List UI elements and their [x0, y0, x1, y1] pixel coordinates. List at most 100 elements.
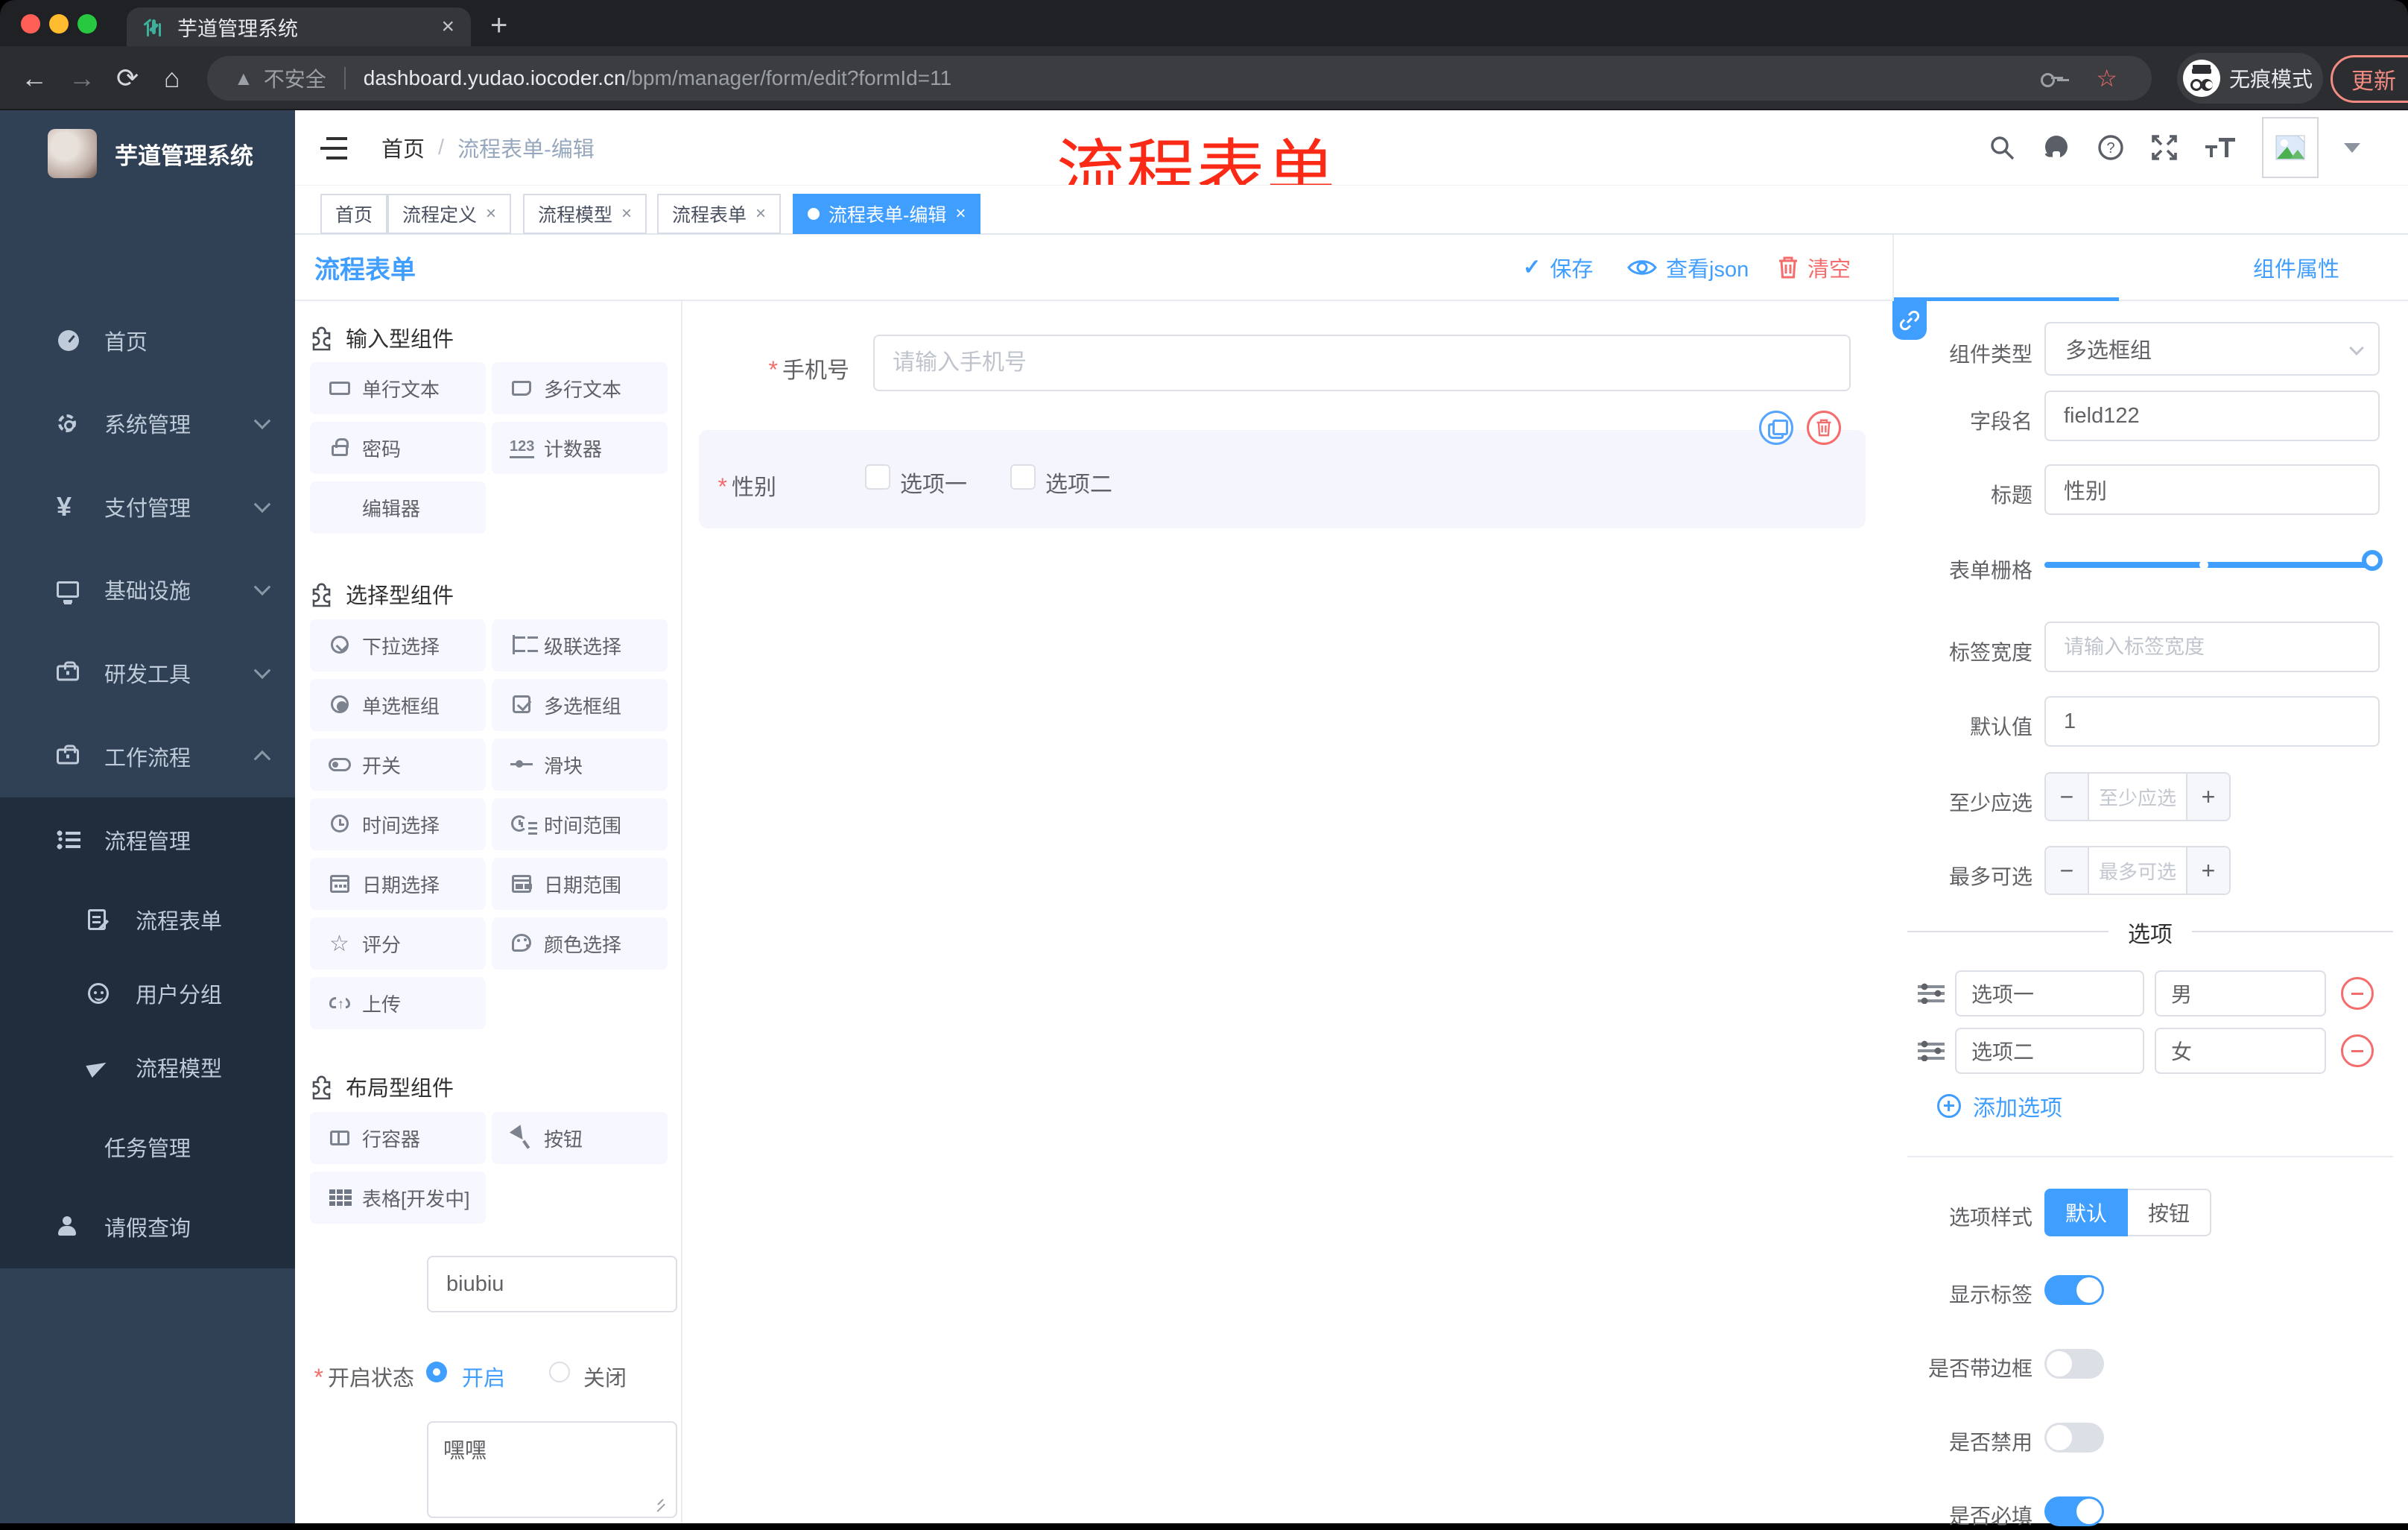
tag-process-definition[interactable]: 流程定义 ×	[387, 194, 512, 234]
sidebar-item-workflow[interactable]: 工作流程	[0, 715, 295, 797]
grid-slider[interactable]	[2044, 550, 2383, 571]
with-border-switch[interactable]	[2044, 1349, 2104, 1379]
palette-item-cascader[interactable]: 级联选择	[492, 619, 668, 671]
palette-item-table[interactable]: 表格[开发中]	[310, 1172, 486, 1224]
field-link-tab[interactable]	[1892, 301, 1927, 340]
min-select-input[interactable]: 至少应选	[2088, 774, 2187, 820]
required-switch[interactable]	[2044, 1496, 2104, 1526]
palette-item-time-picker[interactable]: 时间选择	[310, 798, 486, 850]
option-1-label-input[interactable]	[1955, 970, 2144, 1017]
sidebar-item-system[interactable]: 系统管理	[0, 382, 295, 464]
palette-item-upload[interactable]: 上传	[310, 977, 486, 1029]
address-bar[interactable]: ▲ 不安全 dashboard.yudao.iocoder.cn/bpm/man…	[207, 56, 2152, 101]
remove-option-button[interactable]	[2341, 977, 2374, 1010]
remark-textarea[interactable]: 嘿嘿	[427, 1421, 677, 1518]
palette-item-select[interactable]: 下拉选择	[310, 619, 486, 671]
option-style-segment[interactable]: 默认 按钮	[2044, 1189, 2211, 1236]
radio-off[interactable]	[549, 1362, 570, 1382]
tag-process-form-edit[interactable]: 流程表单-编辑 ×	[793, 194, 981, 234]
home-icon[interactable]: ⌂	[164, 63, 180, 94]
sidebar-item-payment[interactable]: ¥ 支付管理	[0, 466, 295, 548]
status-on-label[interactable]: 开启	[462, 1361, 505, 1392]
help-icon[interactable]: ?	[2097, 133, 2125, 162]
palette-item-checkbox-group[interactable]: 多选框组	[492, 679, 668, 731]
avatar[interactable]	[2262, 117, 2319, 178]
view-json-button[interactable]: 查看json	[1627, 235, 1749, 300]
palette-item-password[interactable]: 密码	[310, 422, 486, 474]
checkbox-option-1[interactable]	[865, 464, 890, 490]
radio-on[interactable]	[426, 1362, 447, 1382]
field-name-input[interactable]	[2044, 391, 2380, 441]
sidebar-item-devtools[interactable]: 研发工具	[0, 632, 295, 714]
window-zoom-button[interactable]	[77, 14, 97, 34]
palette-item-color-picker[interactable]: 颜色选择	[492, 917, 668, 970]
copy-component-button[interactable]	[1759, 411, 1793, 445]
option-2-label-input[interactable]	[1955, 1028, 2144, 1074]
palette-item-slider[interactable]: 滑块	[492, 739, 668, 791]
sidebar-item-home[interactable]: 首页	[0, 300, 295, 382]
plus-button[interactable]: +	[2187, 774, 2229, 820]
sidebar-collapse-icon[interactable]	[320, 137, 347, 159]
back-icon[interactable]: ←	[21, 63, 48, 94]
minus-button[interactable]: −	[2046, 774, 2088, 820]
close-icon[interactable]: ×	[955, 203, 966, 224]
chrome-update-button[interactable]: 更新⋮	[2331, 55, 2408, 103]
delete-component-button[interactable]	[1807, 411, 1841, 445]
reload-icon[interactable]: ⟳	[116, 63, 139, 94]
tag-process-form[interactable]: 流程表单 ×	[657, 194, 782, 234]
palette-item-date-range[interactable]: 日期范围	[492, 858, 668, 910]
palette-item-button[interactable]: 按钮	[492, 1112, 668, 1164]
sidebar-item-user-group[interactable]: 用户分组	[0, 956, 295, 1031]
window-close-button[interactable]	[21, 14, 40, 34]
github-icon[interactable]	[2041, 133, 2071, 162]
disabled-switch[interactable]	[2044, 1423, 2104, 1452]
palette-item-switch[interactable]: 开关	[310, 739, 486, 791]
palette-item-single-line-text[interactable]: 单行文本	[310, 362, 486, 414]
palette-item-editor[interactable]: 编辑器	[310, 481, 486, 534]
palette-item-rate[interactable]: ☆ 评分	[310, 917, 486, 970]
palette-item-multi-line-text[interactable]: 多行文本	[492, 362, 668, 414]
min-select-stepper[interactable]: − 至少应选 +	[2044, 772, 2231, 821]
selected-component-block[interactable]: * 性别 选项一 选项二	[699, 430, 1866, 528]
palette-item-row-container[interactable]: 行容器	[310, 1112, 486, 1164]
sidebar-item-process-model[interactable]: 流程模型	[0, 1030, 295, 1104]
phone-input[interactable]	[873, 335, 1851, 391]
max-select-stepper[interactable]: − 最多可选 +	[2044, 846, 2231, 895]
palette-item-date-picker[interactable]: 日期选择	[310, 858, 486, 910]
tab-component-props[interactable]: 组件属性	[2229, 252, 2363, 283]
clear-button[interactable]: 清空	[1778, 235, 1851, 300]
close-icon[interactable]: ×	[621, 203, 632, 224]
search-icon[interactable]	[1988, 133, 2016, 162]
drag-handle-icon[interactable]	[1918, 983, 1945, 1004]
max-select-input[interactable]: 最多可选	[2088, 847, 2187, 894]
sidebar-item-process-form[interactable]: 流程表单	[0, 882, 295, 957]
checkbox-option-2[interactable]	[1010, 464, 1036, 490]
bookmark-star-icon[interactable]: ☆	[2096, 64, 2117, 92]
breadcrumb-home[interactable]: 首页	[381, 132, 425, 163]
new-tab-button[interactable]: +	[490, 9, 507, 42]
plus-button[interactable]: +	[2187, 847, 2229, 894]
sidebar-item-infra[interactable]: 基础设施	[0, 549, 295, 630]
sidebar-item-task-mgmt[interactable]: 任务管理	[0, 1110, 295, 1184]
minus-button[interactable]: −	[2046, 847, 2088, 894]
drag-handle-icon[interactable]	[1918, 1040, 1945, 1061]
sidebar-item-leave-query[interactable]: 请假查询	[0, 1189, 295, 1264]
save-button[interactable]: ✓ 保存	[1523, 235, 1593, 300]
browser-tab[interactable]: 芋道管理系统 ×	[127, 7, 471, 46]
app-logo-row[interactable]: 芋道管理系统	[0, 118, 295, 189]
option-2-value-input[interactable]	[2155, 1028, 2326, 1074]
title-input[interactable]	[2044, 464, 2380, 515]
remove-option-button[interactable]	[2341, 1034, 2374, 1067]
font-size-icon[interactable]	[2204, 133, 2237, 162]
avatar-dropdown-caret-icon[interactable]	[2344, 142, 2360, 153]
window-minimize-button[interactable]	[49, 14, 69, 34]
style-button-button[interactable]: 按钮	[2128, 1189, 2211, 1236]
form-name-input[interactable]	[427, 1256, 677, 1312]
component-type-select[interactable]: 多选框组	[2044, 322, 2380, 376]
fullscreen-icon[interactable]	[2150, 133, 2179, 162]
default-value-input[interactable]	[2044, 696, 2380, 747]
status-off-label[interactable]: 关闭	[583, 1361, 627, 1392]
forward-icon[interactable]: →	[69, 63, 95, 94]
palette-item-radio-group[interactable]: 单选框组	[310, 679, 486, 731]
sidebar-item-process-mgmt[interactable]: 流程管理	[0, 803, 295, 877]
